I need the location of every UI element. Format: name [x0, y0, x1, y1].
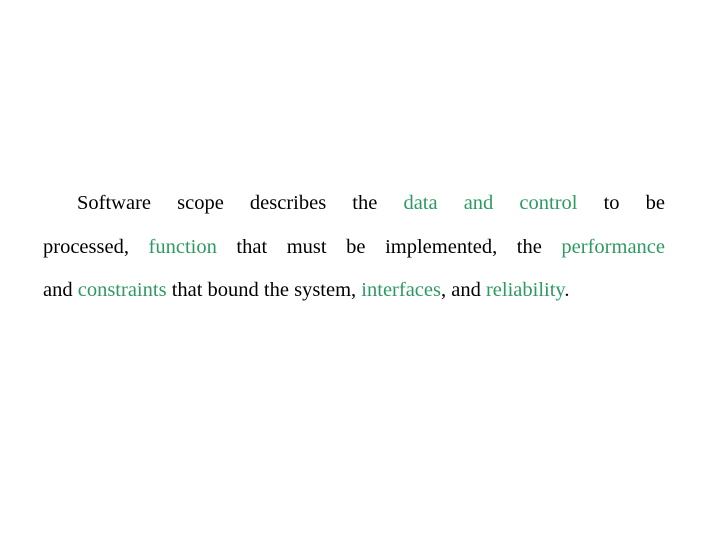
- paragraph-line-3: and constraints that bound the system, i…: [43, 269, 665, 313]
- text-processed: processed,: [43, 235, 149, 258]
- term-performance: performance: [561, 235, 665, 258]
- text-software-scope-describes: Software scope describes the: [77, 192, 404, 214]
- text-comma-and: , and: [440, 279, 486, 301]
- term-reliability: reliability: [485, 279, 565, 301]
- paragraph-line-1: Software scope describes the data and co…: [43, 182, 665, 226]
- slide: Software scope describes the data and co…: [0, 0, 720, 540]
- text-to-be: to be: [577, 192, 666, 214]
- term-data-and-control: data and control: [403, 192, 578, 214]
- text-that-must-be-implemented: that must be implemented, the: [216, 235, 562, 258]
- text-and: and: [43, 279, 78, 301]
- text-that-bound-the-system: that bound the system,: [166, 279, 362, 301]
- paragraph-line-2: processed, function that must be impleme…: [43, 226, 665, 270]
- term-function: function: [148, 235, 217, 258]
- term-constraints: constraints: [77, 279, 167, 301]
- text-period: .: [564, 279, 570, 301]
- scope-paragraph: Software scope describes the data and co…: [43, 182, 665, 313]
- term-interfaces: interfaces: [361, 279, 441, 301]
